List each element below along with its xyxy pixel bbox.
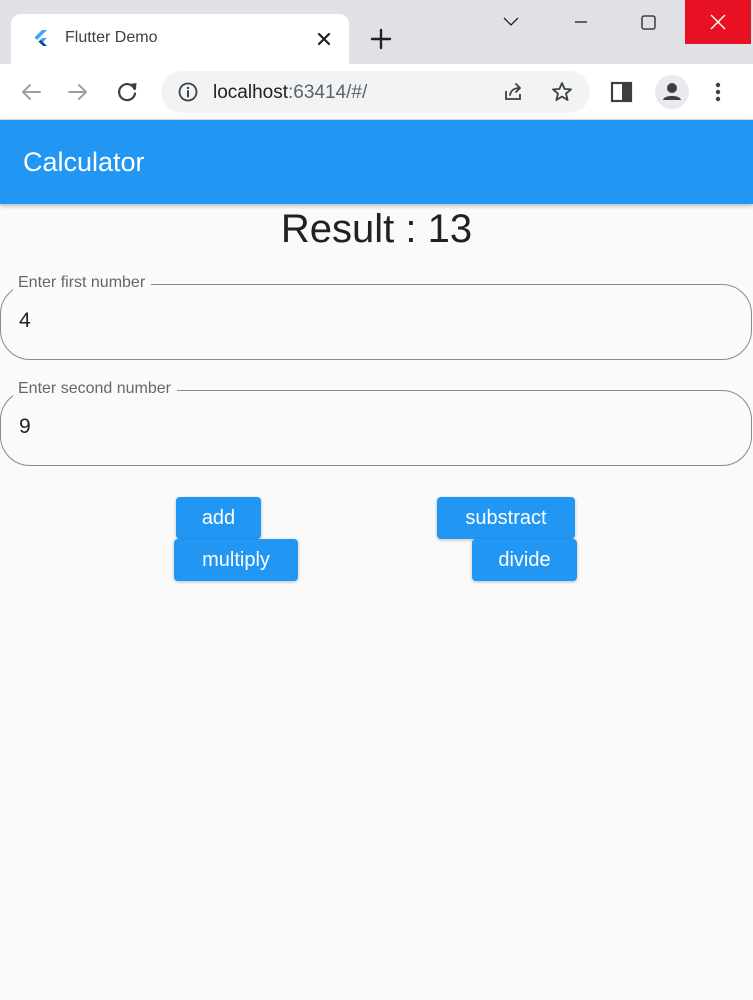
close-icon[interactable] — [685, 0, 751, 44]
minimize-icon[interactable] — [548, 0, 614, 44]
url-path: :63414/#/ — [288, 82, 368, 103]
second-number-field[interactable]: Enter second number — [0, 380, 752, 466]
close-tab-icon[interactable] — [311, 26, 337, 52]
profile-icon[interactable] — [655, 75, 689, 109]
maximize-icon[interactable] — [615, 0, 681, 44]
browser-toolbar: localhost:63414/#/ — [0, 64, 753, 120]
avatar-icon — [663, 83, 681, 100]
tab-title: Flutter Demo — [65, 29, 158, 46]
url-text[interactable]: localhost:63414/#/ — [213, 82, 367, 104]
second-number-input[interactable] — [19, 415, 719, 439]
divide-button[interactable]: divide — [472, 539, 577, 581]
browser-tab-strip: Flutter Demo — [0, 0, 753, 64]
plus-icon[interactable] — [366, 24, 396, 54]
browser-tab[interactable]: Flutter Demo — [11, 14, 349, 64]
first-number-label: Enter first number — [13, 274, 152, 292]
star-icon[interactable] — [550, 80, 574, 104]
more-vert-icon[interactable] — [707, 78, 729, 106]
address-bar[interactable]: localhost:63414/#/ — [161, 71, 590, 113]
share-icon[interactable] — [501, 80, 525, 104]
flutter-logo-icon — [34, 30, 47, 46]
first-number-field[interactable]: Enter first number — [0, 274, 752, 360]
chevron-down-icon[interactable] — [478, 0, 544, 44]
subtract-button[interactable]: substract — [437, 497, 575, 539]
first-number-input[interactable] — [19, 309, 719, 333]
result-text: Result : 13 — [280, 207, 473, 251]
app-title: Calculator — [23, 147, 145, 177]
app-bar: Calculator — [0, 120, 753, 204]
multiply-button[interactable]: multiply — [174, 539, 298, 581]
url-host: localhost — [213, 82, 288, 103]
back-arrow-icon[interactable] — [15, 76, 47, 108]
reload-icon[interactable] — [111, 76, 143, 108]
side-panel-icon[interactable] — [609, 80, 635, 104]
forward-arrow-icon[interactable] — [62, 76, 94, 108]
info-icon[interactable] — [177, 81, 199, 103]
second-number-label: Enter second number — [13, 380, 177, 398]
add-button[interactable]: add — [176, 497, 261, 539]
